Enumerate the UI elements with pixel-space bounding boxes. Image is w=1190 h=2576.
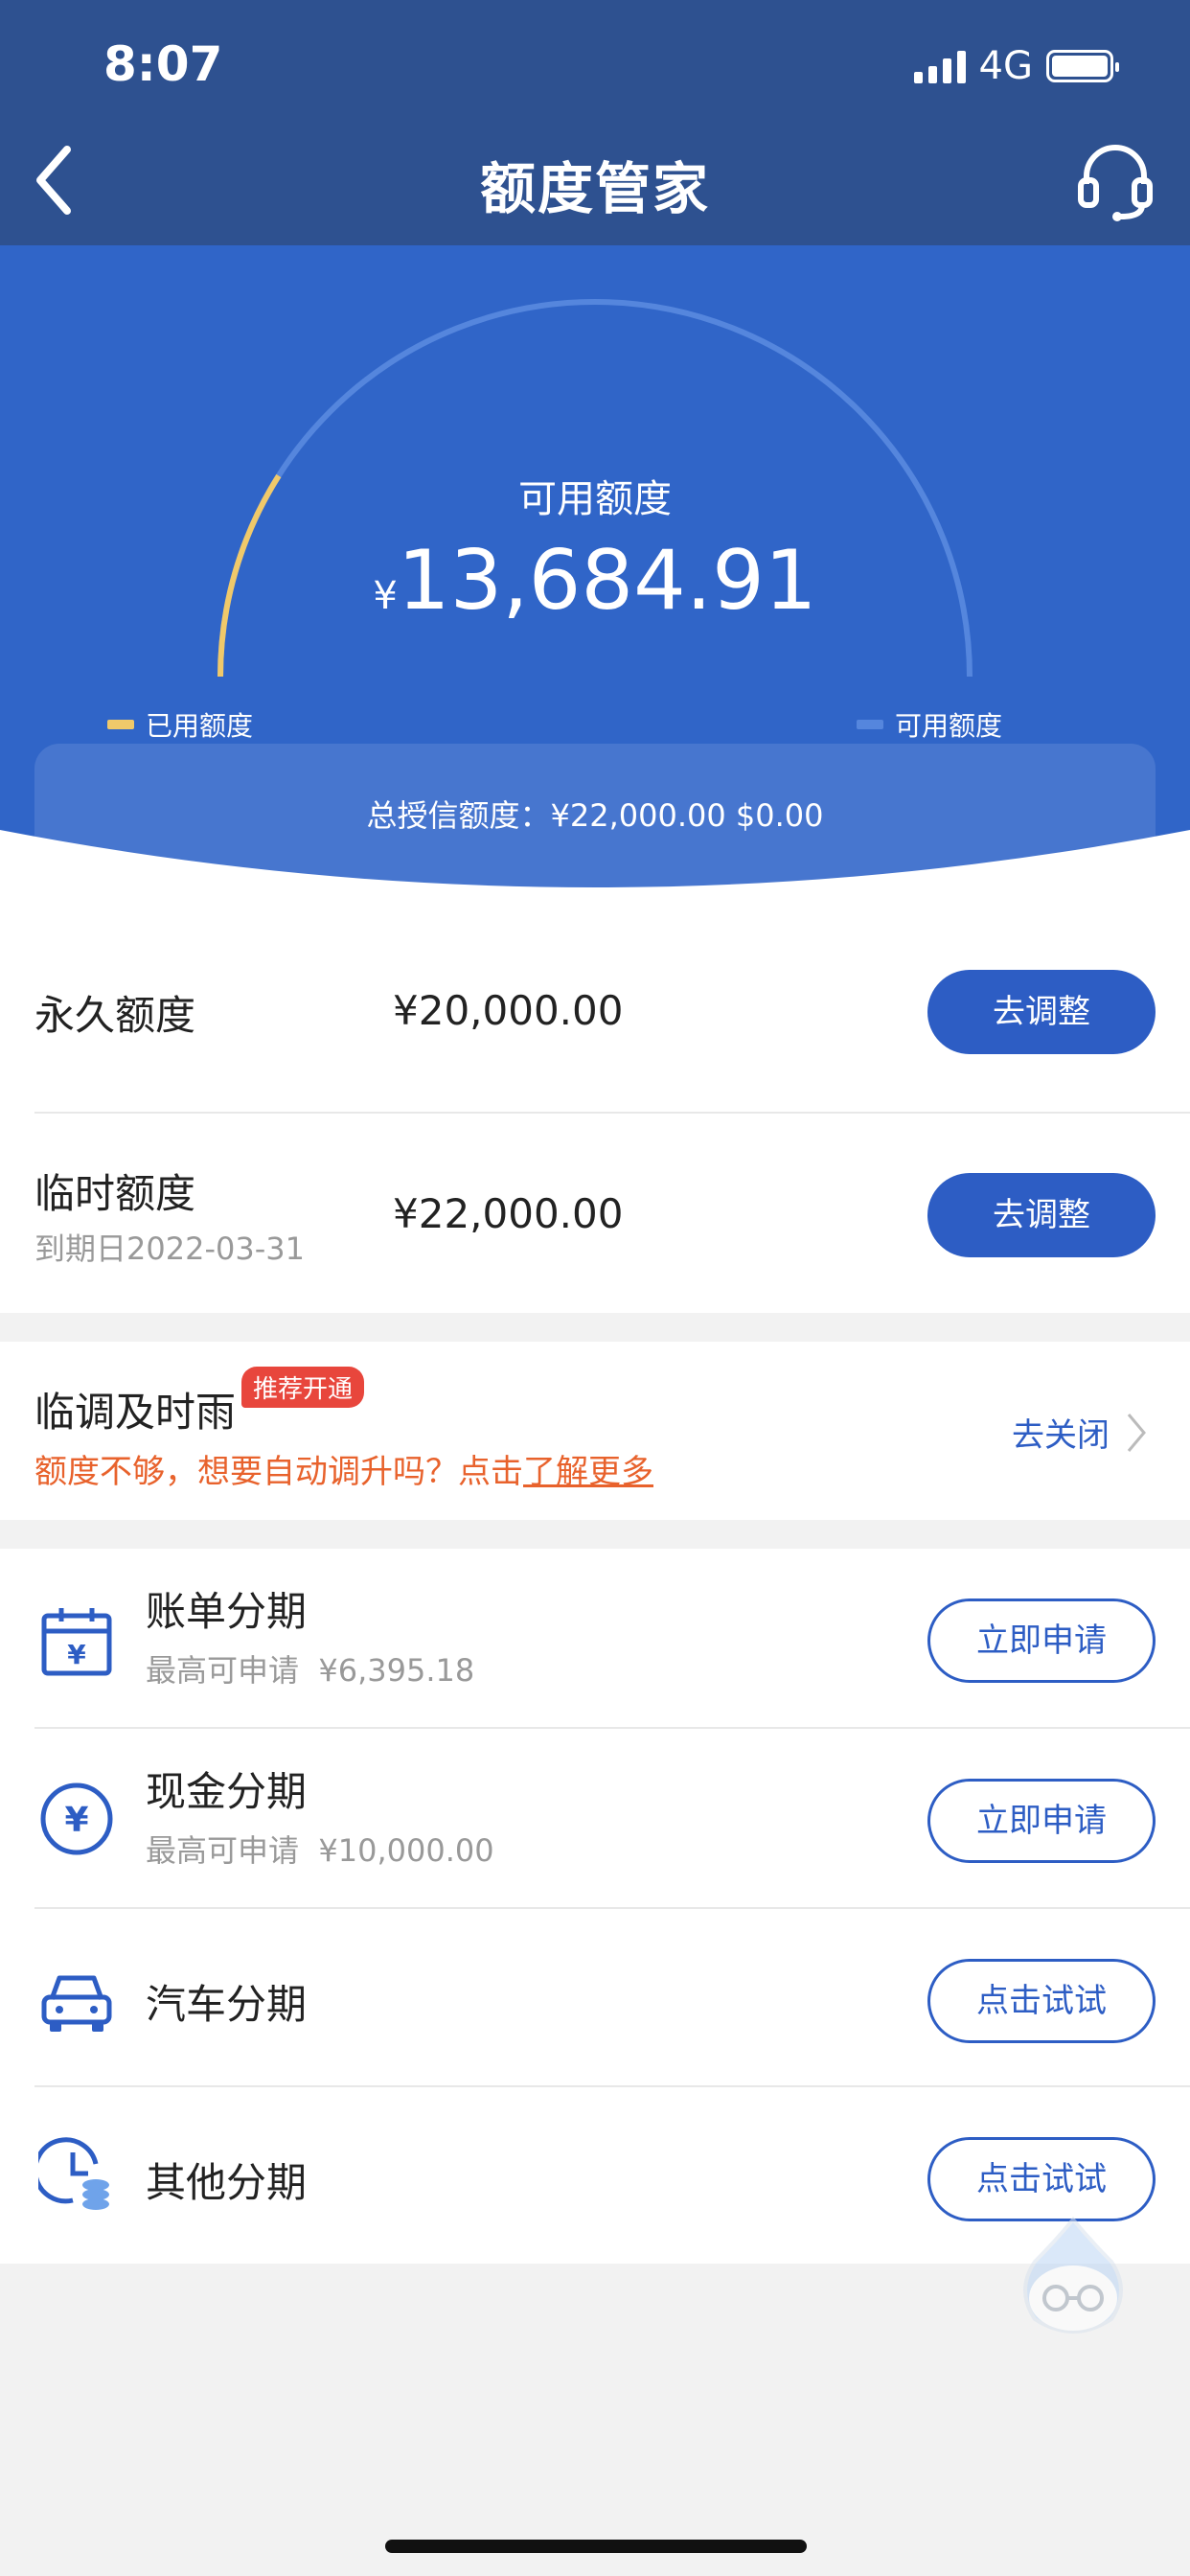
bill-installment-title: 账单分期: [146, 1588, 308, 1635]
hero-curve: [0, 830, 1190, 897]
auto-raise-title: 临调及时雨: [34, 1389, 237, 1436]
auto-raise-promo-text: 额度不够，想要自动调升吗？点击: [34, 1453, 523, 1491]
permanent-limit-label: 永久额度: [34, 992, 196, 1039]
auto-raise-close-link[interactable]: 去关闭: [1012, 1409, 1110, 1456]
app-header: 8:07 4G 额度管家: [0, 0, 1190, 245]
clock-coins-icon: [38, 2137, 109, 2210]
permanent-limit-amount: ¥20,000.00: [393, 987, 624, 1034]
installments-section: ¥ 账单分期 最高可申请 ¥6,395.18 立即申请 ¥ 现金分期 最高可申请…: [0, 1549, 1190, 2264]
adjust-permanent-button[interactable]: 去调整: [927, 970, 1156, 1054]
customer-service-icon[interactable]: [1077, 142, 1154, 222]
cash-installment-sub: 最高可申请 ¥10,000.00: [146, 1827, 494, 1871]
car-installment-title: 汽车分期: [146, 1981, 308, 2028]
status-icons: 4G: [913, 44, 1119, 88]
calendar-yuan-icon: ¥: [41, 1608, 112, 1676]
temporary-limit-amount: ¥22,000.00: [393, 1190, 624, 1237]
car-installment-try-button[interactable]: 点击试试: [927, 1959, 1156, 2043]
svg-text:¥: ¥: [64, 1801, 88, 1840]
chevron-right-icon: [1127, 1414, 1146, 1452]
assistant-mascot-icon[interactable]: [996, 2214, 1150, 2348]
other-installment-try-button[interactable]: 点击试试: [927, 2137, 1156, 2221]
cash-installment-apply-button[interactable]: 立即申请: [927, 1779, 1156, 1863]
other-installment-title: 其他分期: [146, 2159, 308, 2206]
limits-section: 永久额度 ¥20,000.00 去调整 临时额度 到期日2022-03-31 ¥…: [0, 897, 1190, 1313]
recommend-badge: 推荐开通: [241, 1367, 365, 1408]
temporary-limit-expiry: 到期日2022-03-31: [34, 1230, 305, 1267]
auto-raise-section[interactable]: 临调及时雨 推荐开通 额度不够，想要自动调升吗？点击了解更多 去关闭: [0, 1342, 1190, 1520]
divider: [34, 1112, 1190, 1114]
learn-more-link[interactable]: 了解更多: [523, 1453, 653, 1491]
adjust-temporary-button[interactable]: 去调整: [927, 1173, 1156, 1257]
car-icon: [41, 1975, 112, 2032]
signal-icon: [913, 49, 966, 83]
network-label: 4G: [978, 44, 1033, 88]
home-indicator[interactable]: [385, 2540, 807, 2553]
battery-icon: [1046, 50, 1119, 82]
page-title: 额度管家: [479, 156, 710, 221]
bill-installment-apply-button[interactable]: 立即申请: [927, 1598, 1156, 1683]
bill-installment-sub-amount: ¥6,395.18: [318, 1652, 475, 1689]
auto-raise-promo: 额度不够，想要自动调升吗？点击了解更多: [34, 1445, 653, 1492]
svg-text:¥: ¥: [67, 1639, 86, 1670]
divider: [34, 1907, 1190, 1909]
cash-installment-title: 现金分期: [146, 1768, 308, 1815]
status-time: 8:07: [103, 36, 223, 92]
cash-installment-sub-label: 最高可申请: [146, 1832, 300, 1869]
bill-installment-sub-label: 最高可申请: [146, 1652, 300, 1689]
temporary-limit-label: 临时额度: [34, 1170, 196, 1217]
divider: [34, 2085, 1190, 2087]
divider: [34, 1727, 1190, 1729]
yuan-coin-icon: ¥: [40, 1782, 113, 1855]
bill-installment-sub: 最高可申请 ¥6,395.18: [146, 1646, 474, 1690]
cash-installment-sub-amount: ¥10,000.00: [318, 1832, 494, 1869]
credit-gauge-panel: 可用额度 ¥13,684.91 已用额度 可用额度 总授信额度：¥22,000.…: [0, 245, 1190, 897]
